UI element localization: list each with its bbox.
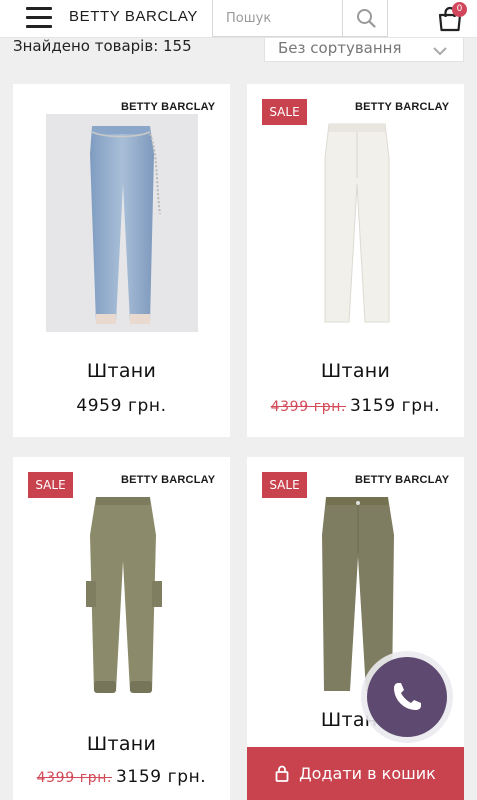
hamburger-icon[interactable] (26, 5, 54, 29)
product-title[interactable]: Штани (13, 733, 230, 755)
add-to-cart-label: Додати в кошик (299, 764, 436, 783)
logo[interactable]: BETTY BARCLAY (69, 8, 198, 25)
price: 4399 грн. 3159 грн. (13, 767, 230, 787)
old-price: 4399 грн. (36, 770, 112, 786)
results-count: Знайдено товарів: 155 (13, 37, 192, 55)
sale-badge: SALE (262, 472, 307, 498)
sale-badge: SALE (28, 472, 73, 498)
call-button[interactable] (367, 657, 447, 737)
price: 4399 грн. 3159 грн. (247, 396, 464, 416)
sale-badge: SALE (262, 99, 307, 125)
page: Знайдено товарів: 155 Без сортування BET… (0, 0, 477, 800)
brand-label: BETTY BARCLAY (355, 474, 450, 486)
product-image[interactable] (307, 118, 407, 330)
product-title[interactable]: Штани (247, 360, 464, 382)
product-card[interactable]: SALE BETTY BARCLAY Штани 4399 грн. 3159 г… (13, 457, 230, 800)
phone-icon (394, 683, 421, 710)
sort-value: Без сортування (278, 39, 402, 57)
current-price: 3159 грн. (116, 767, 207, 787)
current-price: 3159 грн. (350, 396, 441, 416)
product-image[interactable] (46, 114, 198, 332)
search-icon (357, 9, 376, 28)
search-button[interactable] (342, 0, 389, 36)
current-price: 4959 грн. (76, 396, 167, 416)
product-title[interactable]: Штани (13, 360, 230, 382)
cart-count-badge: 0 (452, 2, 467, 17)
old-price: 4399 грн. (270, 399, 346, 415)
add-to-cart-button[interactable]: Додати в кошик (247, 747, 464, 800)
header: BETTY BARCLAY 0 (0, 0, 477, 38)
product-image[interactable] (68, 491, 178, 703)
search-input[interactable] (213, 0, 341, 36)
price: 4959 грн. (13, 396, 230, 416)
brand-label: BETTY BARCLAY (121, 474, 216, 486)
chevron-down-icon (433, 41, 447, 60)
product-card[interactable]: SALE BETTY BARCLAY Штани 4399 грн. 3159 г… (247, 84, 464, 437)
search-box (212, 0, 388, 37)
brand-label: BETTY BARCLAY (355, 101, 450, 113)
brand-label: BETTY BARCLAY (121, 101, 216, 113)
lock-icon (275, 765, 289, 782)
product-card[interactable]: BETTY BARCLAY Штани 4959 грн. (13, 84, 230, 437)
